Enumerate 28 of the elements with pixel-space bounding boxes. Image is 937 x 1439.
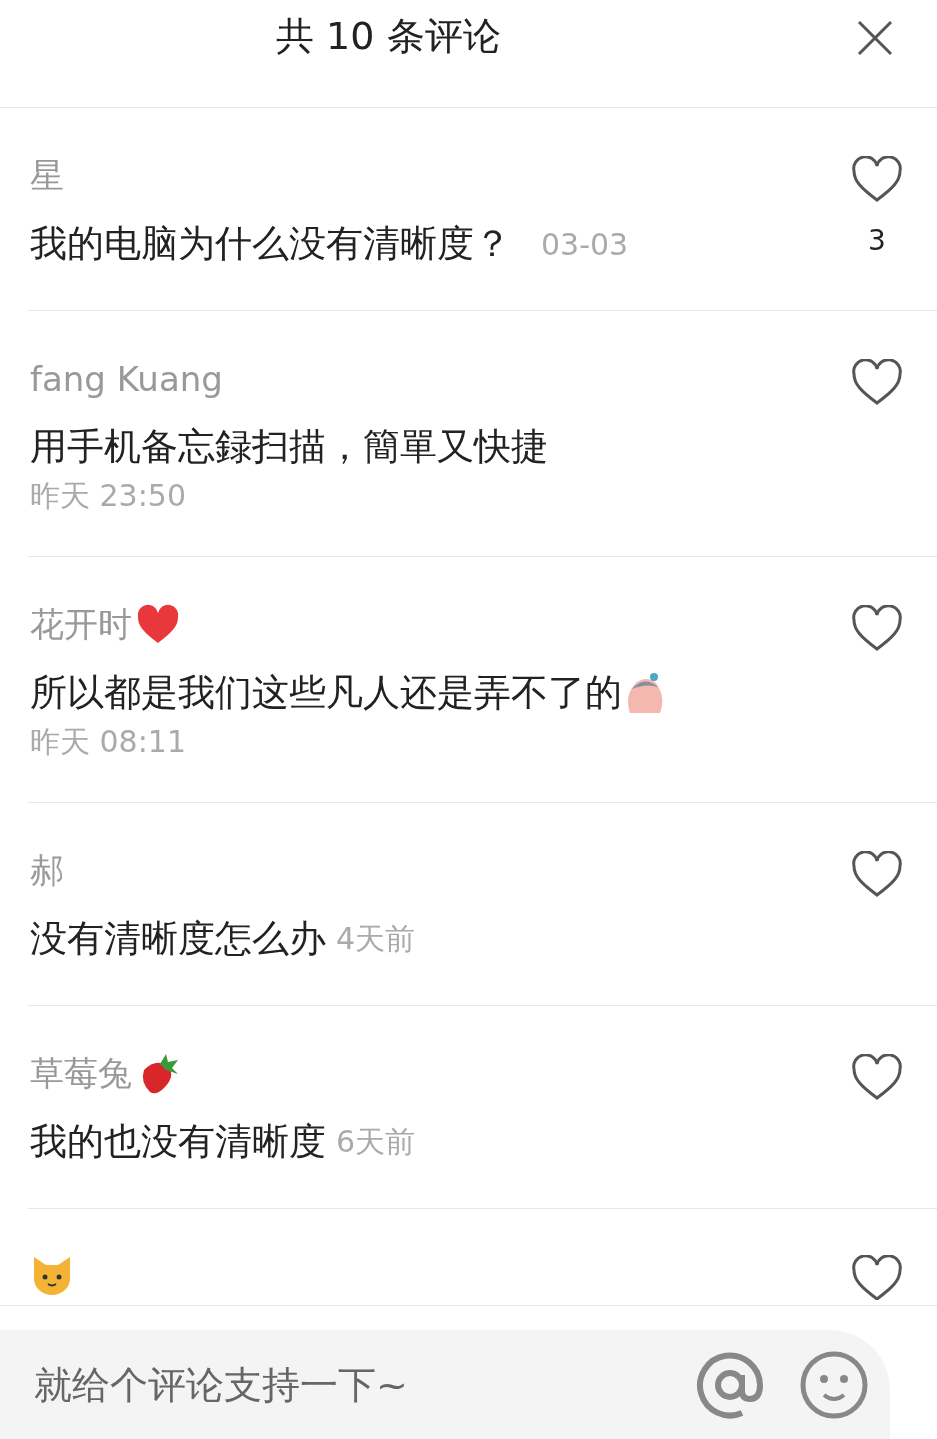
at-icon[interactable] — [696, 1351, 764, 1419]
like-icon[interactable] — [851, 605, 903, 653]
like-icon[interactable] — [851, 851, 903, 899]
comment-text: 所以都是我们这些凡人还是弄不了的 — [30, 670, 622, 716]
comments-title: 共 10 条评论 — [276, 13, 501, 60]
comment-input[interactable]: 就给个评论支持一下~ — [34, 1363, 890, 1407]
user-name: 草莓兔 — [30, 1052, 132, 1095]
comment-time: 昨天 23:50 — [30, 477, 187, 515]
comment-text: 我的电脑为什么没有清晰度？ — [30, 221, 511, 267]
comment-text: 我的也没有清晰度 — [30, 1119, 326, 1165]
emoji-icon[interactable] — [800, 1351, 868, 1419]
user-name: 花开时 — [30, 603, 132, 646]
comment-field[interactable]: 就给个评论支持一下~ — [0, 1330, 890, 1439]
comment-time: 4天前 — [336, 919, 416, 958]
like-icon[interactable] — [851, 359, 903, 407]
close-icon[interactable] — [857, 20, 893, 56]
user-name: 星 — [30, 154, 64, 197]
like-icon[interactable] — [851, 156, 903, 204]
comment-time: 6天前 — [336, 1122, 416, 1161]
user-name: fang Kuang — [30, 359, 223, 399]
user-name: 郝 — [30, 849, 64, 892]
comment-time: 昨天 08:11 — [30, 723, 187, 761]
like-count: 3 — [868, 224, 886, 257]
comment-time: 03-03 — [541, 226, 629, 262]
like-icon[interactable] — [851, 1054, 903, 1102]
like-icon[interactable] — [851, 1255, 903, 1300]
comment-text: 用手机备忘録扫描，簡單又快捷 — [30, 424, 548, 470]
comment-text: 没有清晰度怎么办 — [30, 916, 326, 962]
